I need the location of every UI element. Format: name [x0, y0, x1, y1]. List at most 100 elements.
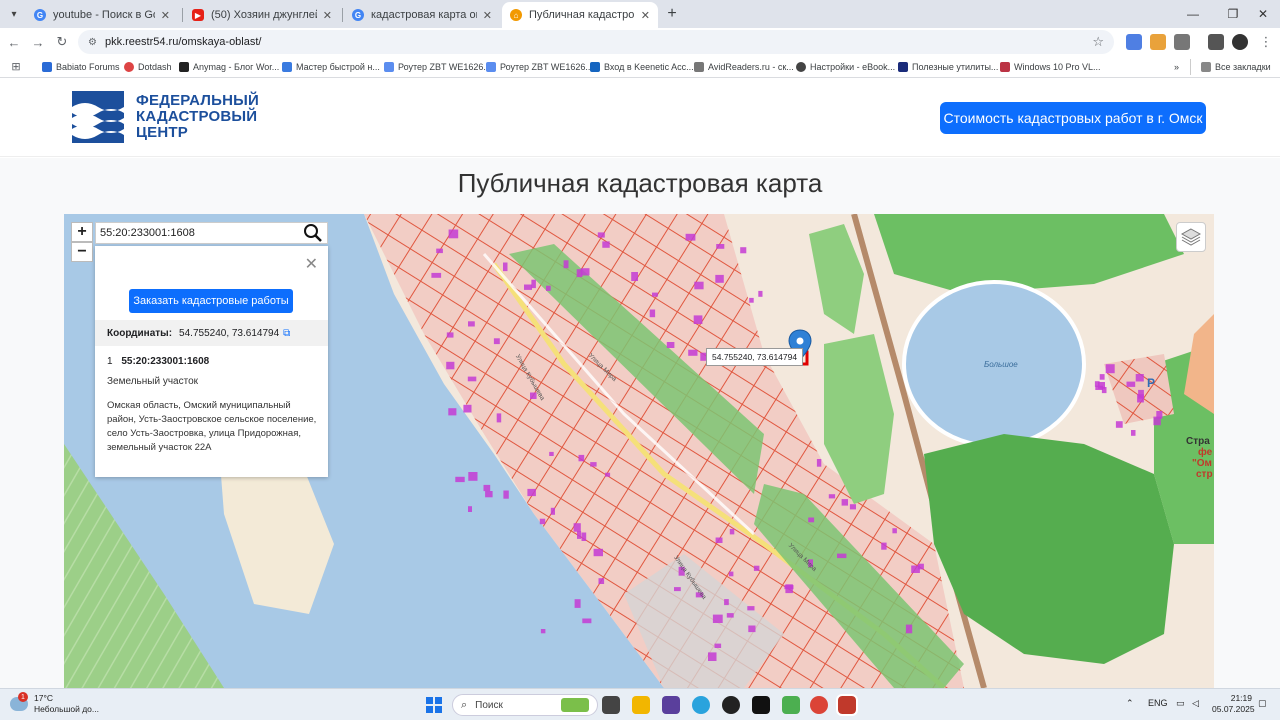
bookmark-favicon	[796, 62, 806, 72]
notifications-icon[interactable]: ▢	[1258, 698, 1267, 709]
google-icon: G	[34, 9, 46, 21]
save-app-icon[interactable]	[662, 696, 680, 714]
cadastral-cost-button[interactable]: Стоимость кадастровых работ в г. Омск	[940, 102, 1206, 134]
extensions-puzzle-icon[interactable]	[1174, 34, 1190, 50]
close-tab-icon[interactable]: ✕	[161, 9, 170, 22]
bookmarks-bar: ⊞ Babiato Forums Dotdash Anymag - Блог W…	[0, 56, 1280, 78]
cadastral-search-input[interactable]	[100, 227, 303, 239]
reload-button[interactable]: ↻	[52, 32, 72, 52]
bookmark-favicon	[42, 62, 52, 72]
menu-kebab-icon[interactable]: ⋮	[1256, 32, 1276, 52]
layers-icon	[1181, 228, 1201, 246]
cadastral-number: 55:20:233001:1608	[121, 356, 210, 367]
close-tab-icon[interactable]: ✕	[483, 9, 492, 22]
forward-button[interactable]: →	[28, 32, 48, 52]
bookmark-item[interactable]: Настройки - eBook...	[796, 59, 895, 75]
bookmark-item[interactable]: Anymag - Блог Wor...	[179, 59, 279, 75]
close-window-button[interactable]: ✕	[1250, 4, 1276, 24]
bookmark-favicon	[384, 62, 394, 72]
network-icon[interactable]: ▭	[1176, 698, 1185, 709]
task-view-icon[interactable]	[602, 696, 620, 714]
tab-divider	[342, 8, 343, 22]
tab-youtube-video[interactable]: ▶ (50) Хозяин джунглей /El Arde ✕	[184, 2, 340, 28]
tab-search-button[interactable]: ▾	[4, 4, 24, 24]
bookmark-item[interactable]: Полезные утилиты...	[898, 59, 998, 75]
order-cadastral-works-button[interactable]: Заказать кадастровые работы	[129, 289, 293, 313]
bookmark-favicon	[282, 62, 292, 72]
all-bookmarks-button[interactable]: Все закладки	[1190, 59, 1271, 75]
layers-button[interactable]	[1176, 222, 1206, 252]
bookmark-favicon	[1000, 62, 1010, 72]
close-tab-icon[interactable]: ✕	[641, 9, 650, 22]
tray-overflow-icon[interactable]: ⌃	[1126, 698, 1134, 709]
lake-label: Большое	[984, 360, 1018, 369]
chrome-icon[interactable]	[810, 696, 828, 714]
site-info-icon[interactable]: ⚙	[88, 37, 97, 48]
cadastral-search-box	[95, 222, 328, 244]
coordinates-tooltip: 54.755240, 73.614794	[706, 348, 804, 366]
parcel-address: Омская область, Омский муниципальный рай…	[107, 400, 317, 453]
media-app-icon[interactable]	[722, 696, 740, 714]
address-bar[interactable]: ⚙ pkk.reestr54.ru/omskaya-oblast/ ☆	[78, 30, 1114, 54]
bookmark-item[interactable]: Dotdash	[124, 59, 172, 75]
tab-cadastral-search[interactable]: G кадастровая карта омск - Пои ✕	[344, 2, 500, 28]
bookmark-item[interactable]: Мастер быстрой н...	[282, 59, 380, 75]
logo-text[interactable]: ФЕДЕРАЛЬНЫЙ КАДАСТРОВЫЙ ЦЕНТР	[136, 93, 259, 141]
youtube-icon: ▶	[192, 9, 204, 21]
telegram-icon[interactable]	[692, 696, 710, 714]
file-explorer-icon[interactable]	[632, 696, 650, 714]
cloud-rain-icon: 1	[10, 692, 28, 711]
bookmark-favicon	[179, 62, 189, 72]
logo-icon[interactable]	[72, 91, 124, 143]
profile-avatar[interactable]	[1232, 34, 1248, 50]
browser-toolbar: ← → ↻ ⚙ pkk.reestr54.ru/omskaya-oblast/ …	[0, 28, 1280, 56]
weather-widget[interactable]: 1 17°C Небольшой до...	[10, 692, 99, 715]
parcel-index: 1	[107, 356, 113, 367]
reading-list-icon[interactable]	[1208, 34, 1224, 50]
close-icon[interactable]: ✕	[305, 254, 318, 274]
page-title: Публичная кадастровая карта	[457, 168, 823, 198]
language-indicator[interactable]: ENG	[1148, 698, 1168, 708]
back-button[interactable]: ←	[4, 32, 24, 52]
bookmark-favicon	[486, 62, 496, 72]
windows-start-icon[interactable]	[426, 697, 442, 713]
tab-youtube-search[interactable]: G youtube - Поиск в Google ✕	[26, 2, 178, 28]
bookmark-item[interactable]: Babiato Forums	[42, 59, 120, 75]
right-edge-label: Стра фе "Ом стр	[1186, 436, 1213, 480]
bookmark-star-icon[interactable]: ☆	[1092, 34, 1104, 50]
bookmark-item[interactable]: Роутер ZBT WE1626...	[486, 59, 593, 75]
tab-divider	[182, 8, 183, 22]
taskbar-search[interactable]: ⌕ Поиск	[452, 694, 598, 716]
folder-icon	[1201, 62, 1211, 72]
volume-icon[interactable]: ◁	[1192, 698, 1199, 709]
bookmark-favicon	[124, 62, 134, 72]
bookmark-item[interactable]: Вход в Keenetic Acc...	[590, 59, 694, 75]
parcel-type: Земельный участок	[107, 376, 199, 387]
bookmark-favicon	[590, 62, 600, 72]
recorder-icon[interactable]	[752, 696, 770, 714]
system-clock[interactable]: 21:19 05.07.2025	[1212, 693, 1255, 715]
parcel-entry[interactable]: 1 55:20:233001:1608	[107, 356, 209, 367]
minimize-button[interactable]: —	[1180, 4, 1206, 24]
tab-cadastral-map[interactable]: ⌂ Публичная кадастровая карта ✕	[502, 2, 658, 28]
url-text[interactable]: pkk.reestr54.ru/omskaya-oblast/	[105, 36, 1092, 48]
bookmark-item[interactable]: AvidReaders.ru - ск...	[694, 59, 794, 75]
extension-icon[interactable]	[1150, 34, 1166, 50]
bookmark-item[interactable]: Роутер ZBT WE1626...	[384, 59, 491, 75]
close-tab-icon[interactable]: ✕	[323, 9, 332, 22]
notification-badge: 1	[18, 692, 28, 702]
utorrent-icon[interactable]	[782, 696, 800, 714]
bookmarks-overflow-icon[interactable]: »	[1174, 59, 1179, 75]
translate-icon[interactable]	[1126, 34, 1142, 50]
zoom-in-button[interactable]: +	[71, 222, 93, 242]
maximize-button[interactable]: ❐	[1220, 4, 1246, 24]
zoom-out-button[interactable]: −	[71, 242, 93, 262]
search-icon[interactable]	[303, 223, 323, 243]
parcel-info-panel: ✕ Заказать кадастровые работы Координаты…	[95, 246, 328, 477]
copy-icon[interactable]: ⧉	[283, 328, 290, 339]
bookmark-item[interactable]: Windows 10 Pro VL...	[1000, 59, 1101, 75]
apps-grid-icon[interactable]: ⊞	[6, 56, 26, 76]
active-app-icon[interactable]	[836, 694, 858, 716]
coordinates-row: Координаты: 54.755240, 73.614794 ⧉	[95, 320, 328, 346]
new-tab-button[interactable]: +	[662, 4, 682, 24]
